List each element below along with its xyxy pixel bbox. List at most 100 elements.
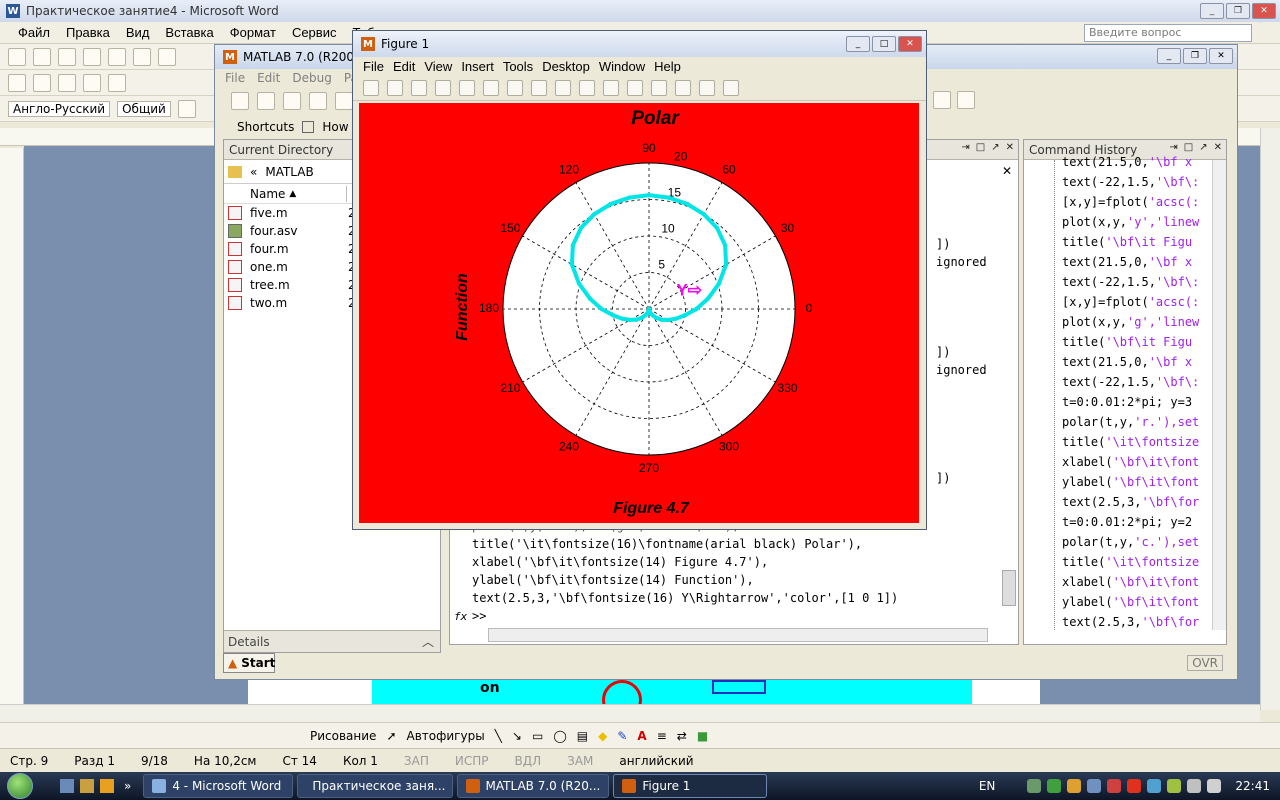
undock-icon[interactable]: ⇥ xyxy=(961,142,969,153)
menu-view[interactable]: Вид xyxy=(126,25,150,40)
tray-icon-1[interactable] xyxy=(1027,779,1042,793)
start-button[interactable]: ▲ Start xyxy=(223,653,275,673)
fill-color-icon[interactable]: ◆ xyxy=(598,729,607,743)
history-line[interactable]: title('\it\fontsize xyxy=(1062,552,1212,572)
tray-icon-6[interactable] xyxy=(1127,779,1142,793)
matlab-menu-file[interactable]: File xyxy=(225,71,245,85)
fig-open-icon[interactable] xyxy=(387,79,403,96)
matlab-open-icon[interactable] xyxy=(257,92,275,110)
matlab-menu-edit[interactable]: Edit xyxy=(257,71,280,85)
checkbox-icon[interactable] xyxy=(58,73,76,92)
permission-icon[interactable] xyxy=(83,47,101,66)
word-vertical-scrollbar[interactable] xyxy=(1260,128,1280,710)
question-box[interactable]: Введите вопрос xyxy=(1084,24,1252,42)
history-line[interactable]: title('\it\fontsize xyxy=(1062,432,1212,452)
brush-icon[interactable] xyxy=(603,79,619,96)
details-bar[interactable]: Details ︿ xyxy=(224,630,440,652)
line-color-icon[interactable]: ✎ xyxy=(617,729,627,743)
history-line[interactable]: plot(x,y,'y','linew xyxy=(1062,212,1212,232)
font-dropdown[interactable]: Общий xyxy=(117,100,171,117)
zoom-out-icon[interactable] xyxy=(507,79,523,96)
history-line[interactable]: xlabel('\bf\it\font xyxy=(1062,572,1212,592)
fig-menu-tools[interactable]: Tools xyxy=(503,59,533,74)
autoshapes-menu[interactable]: Автофигуры xyxy=(407,729,485,743)
history-line[interactable]: polar(t,y,'r.'),set xyxy=(1062,412,1212,432)
combo-icon[interactable] xyxy=(108,73,126,92)
cmd-hscroll[interactable] xyxy=(488,628,988,642)
figure-minimize-button[interactable]: _ xyxy=(846,36,870,52)
history-line[interactable]: [x,y]=fplot('acsc(: xyxy=(1062,192,1212,212)
history-line[interactable]: text(2.5,3,'\bf\for xyxy=(1062,612,1212,632)
matlab-new-icon[interactable] xyxy=(231,92,249,110)
taskbar-item-figure[interactable]: Figure 1 xyxy=(613,774,768,798)
language-indicator[interactable]: EN xyxy=(979,779,996,793)
tray-icon-4[interactable] xyxy=(1087,779,1102,793)
fig-new-icon[interactable] xyxy=(363,79,379,96)
history-line[interactable]: text(-22,1.5,'\bf\: xyxy=(1062,172,1212,192)
shortcuts-label[interactable]: Shortcuts xyxy=(237,120,294,134)
history-line[interactable]: text(-22,1.5,'\bf\: xyxy=(1062,272,1212,292)
rectangle-icon[interactable]: ▭ xyxy=(532,729,543,743)
fig-menu-file[interactable]: File xyxy=(363,59,384,74)
rotate-icon[interactable] xyxy=(555,79,571,96)
legend-icon[interactable] xyxy=(675,79,691,96)
history-close-icon[interactable]: ✕ xyxy=(1214,142,1222,153)
menu-edit[interactable]: Правка xyxy=(66,25,110,40)
spell-icon[interactable] xyxy=(158,47,176,66)
menu-format[interactable]: Формат xyxy=(230,25,276,40)
tip-close-icon[interactable]: ✕ xyxy=(1002,164,1012,178)
save-icon[interactable] xyxy=(58,47,76,66)
select-arrow-icon[interactable]: ➚ xyxy=(386,729,396,743)
line-icon[interactable]: ╲ xyxy=(495,729,502,743)
history-line[interactable]: t=0:0.01:2*pi; y=3 xyxy=(1062,392,1212,412)
hide-tools-icon[interactable] xyxy=(699,79,715,96)
close-button[interactable]: ✕ xyxy=(1252,3,1276,19)
tray-icon-5[interactable] xyxy=(1107,779,1122,793)
fig-edit-arrow-icon[interactable] xyxy=(459,79,475,96)
drawing-menu[interactable]: Рисование xyxy=(310,729,376,743)
history-line[interactable]: ylabel('\bf\it\font xyxy=(1062,472,1212,492)
arrow-icon[interactable]: ↘ xyxy=(512,729,522,743)
detach-icon[interactable]: ↗ xyxy=(991,142,999,153)
fig-menu-help[interactable]: Help xyxy=(654,59,681,74)
quicklaunch-more-icon[interactable]: » xyxy=(124,779,131,793)
fig-menu-view[interactable]: View xyxy=(424,59,452,74)
figure-maximize-button[interactable]: □ xyxy=(872,36,896,52)
preview-icon[interactable] xyxy=(133,47,151,66)
menu-tools[interactable]: Сервис xyxy=(292,25,337,40)
fig-menu-edit[interactable]: Edit xyxy=(393,59,415,74)
fig-save-icon[interactable] xyxy=(411,79,427,96)
textbox-icon[interactable]: ▤ xyxy=(577,729,588,743)
tray-icon-7[interactable] xyxy=(1147,779,1162,793)
print-icon[interactable] xyxy=(108,47,126,66)
fig-menu-insert[interactable]: Insert xyxy=(461,59,494,74)
history-line[interactable]: t=0:0.01:2*pi; y=2 xyxy=(1062,512,1212,532)
maximize-icon[interactable]: □ xyxy=(976,142,985,153)
history-line[interactable]: [x,y]=fplot('acsc(: xyxy=(1062,292,1212,312)
figure-close-button[interactable]: ✕ xyxy=(898,36,922,52)
history-line[interactable]: text(2.5,3,'\bf\for xyxy=(1062,492,1212,512)
data-cursor-icon[interactable] xyxy=(579,79,595,96)
taskbar-item-matlab[interactable]: MATLAB 7.0 (R20... xyxy=(457,774,610,798)
arrow-style-icon[interactable]: ⇄ xyxy=(677,729,687,743)
howto-icon[interactable] xyxy=(302,121,315,133)
history-line[interactable]: title('\bf\it Figu xyxy=(1062,232,1212,252)
matlab-paste-icon[interactable] xyxy=(335,92,353,110)
matlab-close-button[interactable]: ✕ xyxy=(1209,48,1233,64)
history-line[interactable]: ylabel('\bf\it\font xyxy=(1062,592,1212,612)
command-prompt[interactable]: >> xyxy=(472,609,486,623)
menu-file[interactable]: Файл xyxy=(18,25,50,40)
cmd-scroll-thumb[interactable] xyxy=(1002,570,1016,606)
table-icon[interactable] xyxy=(33,73,51,92)
column-name[interactable]: Name xyxy=(250,187,285,201)
fig-menu-desktop[interactable]: Desktop xyxy=(542,59,590,74)
matlab-up-folder-icon[interactable] xyxy=(957,91,975,109)
quicklaunch-icon[interactable] xyxy=(80,779,94,793)
history-line[interactable]: plot(x,y,'g','linew xyxy=(1062,312,1212,332)
collapse-chevron-icon[interactable]: ︿ xyxy=(422,633,434,650)
fig-menu-window[interactable]: Window xyxy=(599,59,645,74)
matlab-minimize-button[interactable]: _ xyxy=(1157,48,1181,64)
history-line[interactable]: polar(t,y,'c.'),set xyxy=(1062,532,1212,552)
word-horizontal-scrollbar[interactable] xyxy=(0,704,1260,722)
history-line[interactable]: xlabel('\bf\it\font xyxy=(1062,452,1212,472)
